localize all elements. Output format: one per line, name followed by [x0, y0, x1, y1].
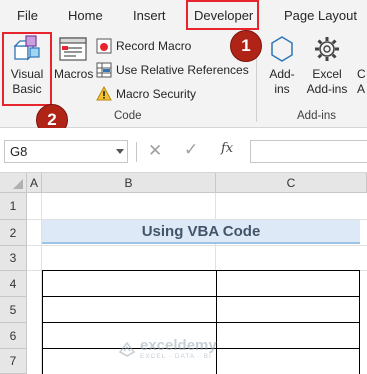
gridline: [27, 245, 367, 246]
tab-page-layout[interactable]: Page Layout: [284, 8, 357, 23]
select-all-triangle-icon: [13, 179, 23, 189]
visual-basic-label-line1: Visual: [10, 67, 44, 81]
relative-references-icon: [96, 62, 112, 78]
add-ins-icon: [271, 36, 293, 62]
add-ins-button[interactable]: Add- ins: [263, 34, 301, 97]
insert-function-icon[interactable]: fx: [221, 141, 233, 156]
table-cell-c4[interactable]: [216, 270, 360, 297]
use-relative-references-button[interactable]: Use Relative References: [96, 60, 249, 80]
table-cell-b4[interactable]: [42, 270, 217, 297]
row-header-2[interactable]: 2: [0, 220, 27, 246]
table-cell-b5[interactable]: [42, 296, 217, 323]
macros-label: Macros: [54, 67, 94, 81]
tab-developer[interactable]: Developer: [194, 8, 253, 23]
column-header-a[interactable]: A: [27, 173, 42, 193]
table-cell-c5[interactable]: [216, 296, 360, 323]
row-header-4[interactable]: 4: [0, 271, 27, 297]
code-group-label: Code: [114, 110, 142, 122]
tab-file[interactable]: File: [17, 8, 38, 23]
exceldemy-logo-icon: [118, 341, 136, 357]
table-cell-c6[interactable]: [216, 322, 360, 349]
add-ins-label-line2: ins: [274, 82, 290, 96]
enter-icon[interactable]: ✓: [184, 140, 198, 160]
record-macro-button[interactable]: Record Macro: [96, 36, 191, 56]
add-ins-label-line1: Add-: [269, 67, 295, 81]
row-header-3[interactable]: 3: [0, 246, 27, 271]
partial-ribbon-button[interactable]: C A: [357, 34, 367, 97]
record-macro-icon: [96, 38, 112, 54]
visual-basic-icon: [13, 35, 40, 61]
tab-home[interactable]: Home: [68, 8, 103, 23]
select-all-corner[interactable]: [0, 173, 27, 193]
visual-basic-label-line2: Basic: [12, 82, 42, 96]
excel-add-ins-button[interactable]: Excel Add-ins: [303, 34, 351, 97]
row-header-6[interactable]: 6: [0, 323, 27, 349]
row-header-7[interactable]: 7: [0, 349, 27, 374]
chevron-down-icon[interactable]: [116, 149, 124, 154]
formula-bar: G8 ✕ ✓ fx: [0, 128, 367, 173]
name-box[interactable]: G8: [4, 140, 128, 163]
formula-input[interactable]: [250, 140, 367, 163]
use-relative-references-label: Use Relative References: [116, 63, 249, 77]
partial-ribbon-label-line2: A: [357, 82, 366, 96]
cancel-icon[interactable]: ✕: [148, 141, 162, 161]
macro-security-button[interactable]: Macro Security: [96, 84, 196, 104]
exceldemy-watermark: exceldemy EXCEL · DATA · BI: [118, 338, 217, 360]
step-1-badge: 1: [230, 30, 262, 62]
excel-add-ins-label-line2: Add-ins: [306, 82, 348, 96]
add-ins-group-label: Add-ins: [297, 110, 336, 122]
ribbon-tabs: File Home Insert Developer Page Layout: [0, 0, 367, 32]
row-header-5[interactable]: 5: [0, 297, 27, 323]
record-macro-label: Record Macro: [116, 39, 192, 53]
warning-icon: [96, 86, 112, 101]
partial-ribbon-label-line1: C: [357, 67, 366, 81]
tab-insert[interactable]: Insert: [133, 8, 166, 23]
worksheet-grid: A B C 1 2 3 4 5 6 7 Using VBA Code excel…: [0, 173, 367, 374]
row-header-1[interactable]: 1: [0, 193, 27, 220]
macros-button[interactable]: Macros: [54, 34, 94, 82]
sheet-title-cell[interactable]: Using VBA Code: [42, 220, 360, 244]
watermark-name: exceldemy: [140, 337, 217, 354]
excel-add-ins-label-line1: Excel: [312, 67, 342, 81]
column-header-b[interactable]: B: [42, 173, 216, 193]
watermark-tagline: EXCEL · DATA · BI: [140, 353, 212, 360]
macro-security-label: Macro Security: [116, 87, 197, 101]
formula-bar-separator: [136, 142, 137, 162]
visual-basic-button[interactable]: Visual Basic: [4, 34, 50, 97]
column-header-c[interactable]: C: [216, 173, 367, 193]
gear-icon: [315, 37, 339, 61]
table-cell-c7[interactable]: [216, 348, 360, 374]
macros-icon: [59, 37, 87, 61]
